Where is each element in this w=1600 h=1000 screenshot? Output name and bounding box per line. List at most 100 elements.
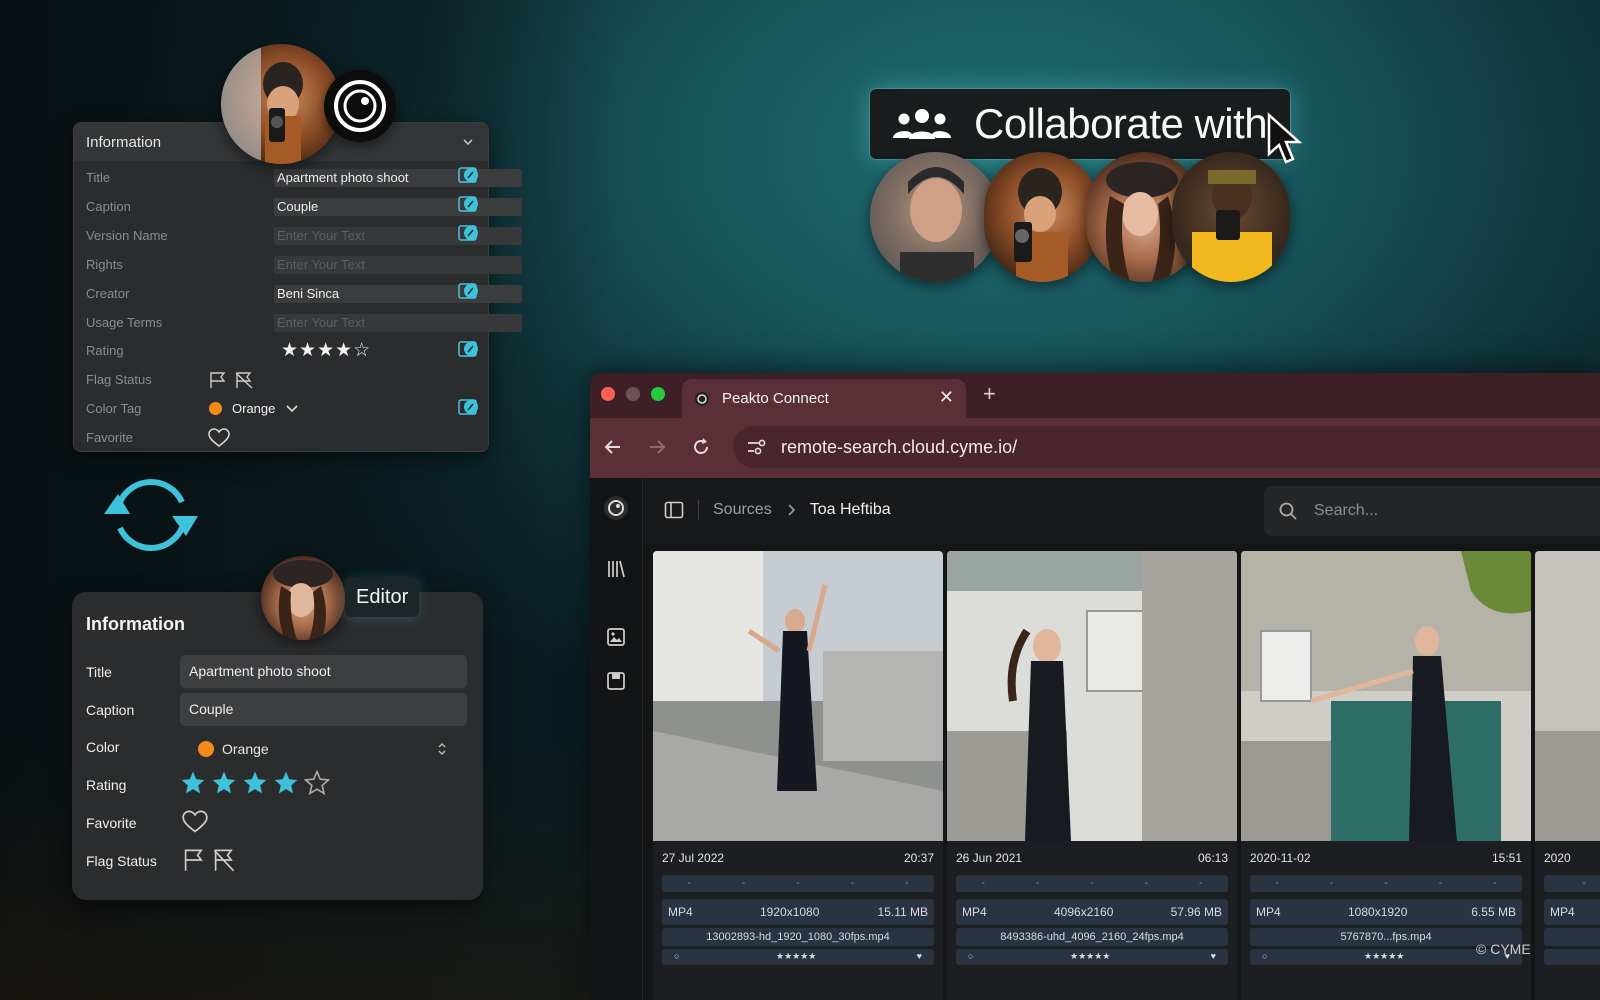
heart-icon[interactable]: ♥ <box>1211 951 1216 961</box>
edit-pencil-icon[interactable] <box>458 166 480 184</box>
thumbnail[interactable] <box>947 551 1237 841</box>
heart-icon[interactable]: ♥ <box>917 951 922 961</box>
image-icon[interactable] <box>605 626 627 648</box>
media-stars[interactable]: ★★★★★ <box>1364 951 1404 962</box>
star-empty-icon[interactable] <box>304 770 330 796</box>
breadcrumb-current[interactable]: Toa Heftiba <box>810 501 891 519</box>
media-format: MP4 <box>1256 905 1281 919</box>
caption-field[interactable]: Couple <box>274 197 522 216</box>
info-panel-editor: Information Title Apartment photo shoot … <box>72 592 483 900</box>
media-card[interactable]: 2020-11-02 15:51 ----- MP4 1080x1920 6.5… <box>1241 551 1531 1000</box>
thumbnail[interactable] <box>653 551 943 841</box>
sidebar-toggle-icon[interactable] <box>664 501 684 519</box>
save-icon[interactable] <box>605 670 627 692</box>
library-icon[interactable] <box>605 558 627 580</box>
address-bar[interactable]: remote-search.cloud.cyme.io/ <box>733 426 1600 468</box>
star-filled-icon[interactable] <box>242 770 268 796</box>
color-value: Orange <box>222 740 269 757</box>
media-stars[interactable]: ★★★★★ <box>1070 951 1110 962</box>
field-label: Caption <box>86 199 131 214</box>
field-row-rights: Rights Enter Your Text <box>74 250 522 279</box>
color-tag-select[interactable]: Orange <box>209 401 299 416</box>
site-settings-icon[interactable] <box>747 438 767 456</box>
flag-rejected-icon[interactable] <box>234 371 254 389</box>
window-maximize-button[interactable] <box>651 387 665 401</box>
media-resolution: 4096x2160 <box>1054 905 1114 919</box>
media-card[interactable]: 2020 - MP4 <box>1535 551 1600 1000</box>
flag-rejected-icon[interactable] <box>212 848 236 872</box>
browser-toolbar: remote-search.cloud.cyme.io/ <box>590 418 1600 478</box>
window-minimize-button[interactable] <box>626 387 640 401</box>
thumbnail[interactable] <box>1535 551 1600 841</box>
media-specs: MP4 <box>1544 899 1600 925</box>
media-specs: MP4 1920x1080 15.11 MB <box>662 899 934 925</box>
watermark: © CYME <box>1476 941 1531 957</box>
url-text: remote-search.cloud.cyme.io/ <box>781 436 1018 457</box>
new-tab-button[interactable]: + <box>983 381 996 407</box>
divider <box>698 500 699 520</box>
window-close-button[interactable] <box>601 387 615 401</box>
heart-icon[interactable] <box>208 427 230 448</box>
back-arrow-icon[interactable] <box>603 437 623 457</box>
color-select[interactable]: Orange <box>180 732 467 765</box>
field-label: Creator <box>86 286 130 301</box>
search-icon <box>1279 502 1297 520</box>
circle-icon[interactable]: ○ <box>674 951 679 961</box>
edit-pencil-icon[interactable] <box>458 282 480 300</box>
rights-field[interactable]: Enter Your Text <box>274 255 522 274</box>
browser-tab[interactable]: Peakto Connect ✕ <box>682 379 966 418</box>
media-card[interactable]: 26 Jun 2021 06:13 ----- MP4 4096x2160 57… <box>947 551 1237 1000</box>
caption-field[interactable]: Couple <box>180 693 467 726</box>
creator-field[interactable]: Beni Sinca <box>274 284 522 303</box>
media-size: 6.55 MB <box>1471 905 1516 919</box>
field-label: Flag Status <box>86 372 152 387</box>
star-filled-icon[interactable] <box>180 770 206 796</box>
circle-icon[interactable]: ○ <box>1262 951 1267 961</box>
media-rating-bar: ○ ★★★★★ ♥ <box>662 949 934 965</box>
rating-stars[interactable]: ★★★★☆ <box>281 339 371 362</box>
media-card[interactable]: 27 Jul 2022 20:37 ----- MP4 1920x1080 15… <box>653 551 943 1000</box>
edit-pencil-icon[interactable] <box>458 224 480 242</box>
browser-tab-bar: Peakto Connect ✕ + <box>590 373 1600 418</box>
chevron-down-icon[interactable] <box>462 136 474 148</box>
field-label: Title <box>86 664 112 680</box>
reload-icon[interactable] <box>691 437 711 457</box>
flag-icon[interactable] <box>182 848 206 872</box>
edit-pencil-icon[interactable] <box>458 340 480 358</box>
lens-logo-icon <box>334 80 386 132</box>
tab-close-button[interactable]: ✕ <box>939 387 954 408</box>
title-field[interactable]: Apartment photo shoot <box>274 168 522 187</box>
media-date: 2020 <box>1544 851 1571 865</box>
collaborate-button[interactable]: Collaborate with <box>870 89 1290 159</box>
role-badge-editor: Editor <box>345 577 420 617</box>
field-label: Favorite <box>86 815 137 831</box>
breadcrumb: Sources Toa Heftiba <box>664 500 891 520</box>
field-label: Rights <box>86 257 123 272</box>
edit-pencil-icon[interactable] <box>458 398 480 416</box>
circle-icon[interactable]: ○ <box>968 951 973 961</box>
field-row-caption: Caption Couple <box>74 192 522 221</box>
search-input[interactable]: Search... <box>1264 486 1600 536</box>
heart-icon[interactable] <box>182 810 208 834</box>
usage-terms-field[interactable]: Enter Your Text <box>274 313 522 332</box>
edit-pencil-icon[interactable] <box>458 195 480 213</box>
thumbnail[interactable] <box>1241 551 1531 841</box>
star-filled-icon[interactable] <box>273 770 299 796</box>
forward-arrow-icon[interactable] <box>647 437 667 457</box>
version-name-field[interactable]: Enter Your Text <box>274 226 522 245</box>
info-panel-compact: Information Title Apartment photo shoot … <box>73 122 522 452</box>
app-sidebar <box>590 478 643 1000</box>
people-group-icon <box>893 109 951 139</box>
flag-icon[interactable] <box>208 371 228 389</box>
star-filled-icon[interactable] <box>211 770 237 796</box>
info-panel-title: Information <box>86 614 185 634</box>
media-time: 06:13 <box>1197 851 1228 865</box>
media-stars[interactable]: ★★★★★ <box>776 951 816 962</box>
app-logo-icon[interactable] <box>603 495 629 521</box>
rating-stars[interactable] <box>180 770 330 796</box>
breadcrumb-sources[interactable]: Sources <box>713 501 772 519</box>
title-field[interactable]: Apartment photo shoot <box>180 655 467 688</box>
media-format: MP4 <box>668 905 693 919</box>
media-date: 26 Jun 2021 <box>956 851 1023 865</box>
avatar-videographer <box>221 44 341 164</box>
